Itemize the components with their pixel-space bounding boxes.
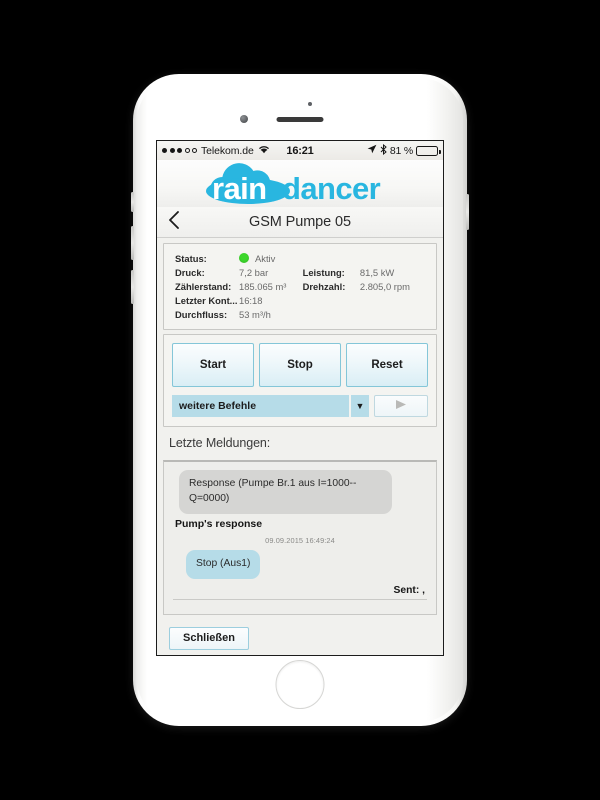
messages-heading: Letzte Meldungen:	[169, 435, 271, 450]
navigation-bar: GSM Pumpe 05	[157, 207, 443, 238]
screenshot-stage: Telekom.de 16:21 81 % rain dancer GSM Pu…	[0, 0, 600, 800]
message-row-response: Response (Pumpe Br.1 aus I=1000--Q=0000)	[173, 469, 427, 514]
messages-panel[interactable]: Response (Pumpe Br.1 aus I=1000--Q=0000)…	[163, 459, 437, 615]
proximity-sensor	[308, 102, 312, 106]
detail-label-zaehlerstand: Zählerstand:	[175, 280, 232, 292]
close-button[interactable]: Schließen	[169, 626, 249, 650]
sent-status-label: Sent: ,	[393, 584, 425, 596]
message-sender-label: Pump's response	[175, 517, 263, 530]
main-content: Status: Aktiv Druck: 7,2 bar Leistung: 8…	[157, 238, 443, 655]
chevron-down-icon: ▼	[349, 394, 369, 417]
command-panel: Start Stop Reset weitere Befehle ▼	[163, 333, 437, 427]
phone-screen: Telekom.de 16:21 81 % rain dancer GSM Pu…	[156, 140, 444, 656]
raindancer-logo-icon: rain dancer	[206, 162, 381, 206]
bluetooth-icon	[380, 143, 387, 158]
message-bubble-outgoing: Stop (Aus1)	[186, 549, 261, 579]
app-logo-bar: rain dancer	[157, 160, 443, 207]
detail-value-zaehlerstand: 185.065 m³	[239, 280, 287, 292]
command-select-row: weitere Befehle ▼	[172, 394, 428, 417]
svg-text:rain: rain	[212, 171, 266, 206]
location-arrow-icon	[367, 144, 377, 157]
detail-value-drehzahl: 2.805,0 rpm	[359, 280, 410, 292]
message-timestamp: 09.09.2015 16:49:24	[265, 535, 335, 545]
reset-button[interactable]: Reset	[346, 342, 428, 387]
more-commands-select-value: weitere Befehle	[172, 394, 349, 417]
front-camera	[240, 115, 248, 123]
battery-icon	[416, 145, 441, 156]
command-button-row: Start Stop Reset	[172, 342, 428, 387]
detail-label-status: Status:	[175, 252, 207, 264]
table-row: Zählerstand: 185.065 m³ Drehzahl: 2.805,…	[175, 279, 427, 293]
power-button[interactable]	[466, 194, 469, 230]
detail-label-durchfluss: Durchfluss:	[175, 309, 228, 321]
message-bubble-incoming: Response (Pumpe Br.1 aus I=1000--Q=0000)	[179, 469, 393, 514]
detail-label-leistung: Leistung:	[302, 266, 345, 278]
raindancer-logo: rain dancer	[190, 161, 410, 207]
table-row: Status: Aktiv	[175, 251, 427, 265]
detail-label-letzter-kontakt: Letzter Kont...	[175, 295, 238, 307]
footer-bar: Schließen	[163, 619, 437, 655]
volume-up-button[interactable]	[131, 226, 134, 260]
detail-value-durchfluss: 53 m³/h	[239, 309, 271, 321]
send-triangle-icon	[394, 397, 408, 415]
detail-value-letzter-kontakt: 16:18	[239, 295, 263, 307]
ios-status-bar: Telekom.de 16:21 81 %	[157, 141, 443, 160]
table-row: Durchfluss: 53 m³/h	[175, 308, 427, 322]
message-row-sent: Stop (Aus1)	[173, 549, 427, 579]
detail-value-leistung: 81,5 kW	[359, 266, 395, 278]
send-command-button[interactable]	[374, 394, 428, 417]
detail-value-druck: 7,2 bar	[239, 266, 269, 278]
detail-value-status: Aktiv	[239, 251, 427, 265]
more-commands-select[interactable]: weitere Befehle ▼	[172, 394, 369, 417]
start-button[interactable]: Start	[172, 342, 254, 387]
divider	[173, 598, 427, 600]
pump-details-panel: Status: Aktiv Druck: 7,2 bar Leistung: 8…	[163, 243, 437, 330]
pump-details-table: Status: Aktiv Druck: 7,2 bar Leistung: 8…	[175, 251, 427, 322]
svg-text:dancer: dancer	[282, 171, 381, 206]
stop-button[interactable]: Stop	[259, 342, 341, 387]
earpiece-speaker	[276, 117, 324, 122]
detail-label-druck: Druck:	[175, 266, 205, 278]
volume-down-button[interactable]	[131, 270, 134, 304]
phone-device: Telekom.de 16:21 81 % rain dancer GSM Pu…	[131, 74, 469, 726]
silent-switch[interactable]	[131, 192, 134, 212]
table-row: Letzter Kont... 16:18	[175, 294, 427, 308]
detail-label-drehzahl: Drehzahl:	[302, 280, 346, 292]
page-title: GSM Pumpe 05	[249, 214, 351, 230]
status-bar-right: 81 %	[367, 143, 441, 158]
status-indicator-dot	[239, 252, 249, 263]
battery-percent-label: 81 %	[389, 144, 413, 157]
status-badge: Aktiv	[255, 252, 276, 264]
home-button[interactable]	[275, 660, 325, 709]
table-row: Druck: 7,2 bar Leistung: 81,5 kW	[175, 265, 427, 279]
